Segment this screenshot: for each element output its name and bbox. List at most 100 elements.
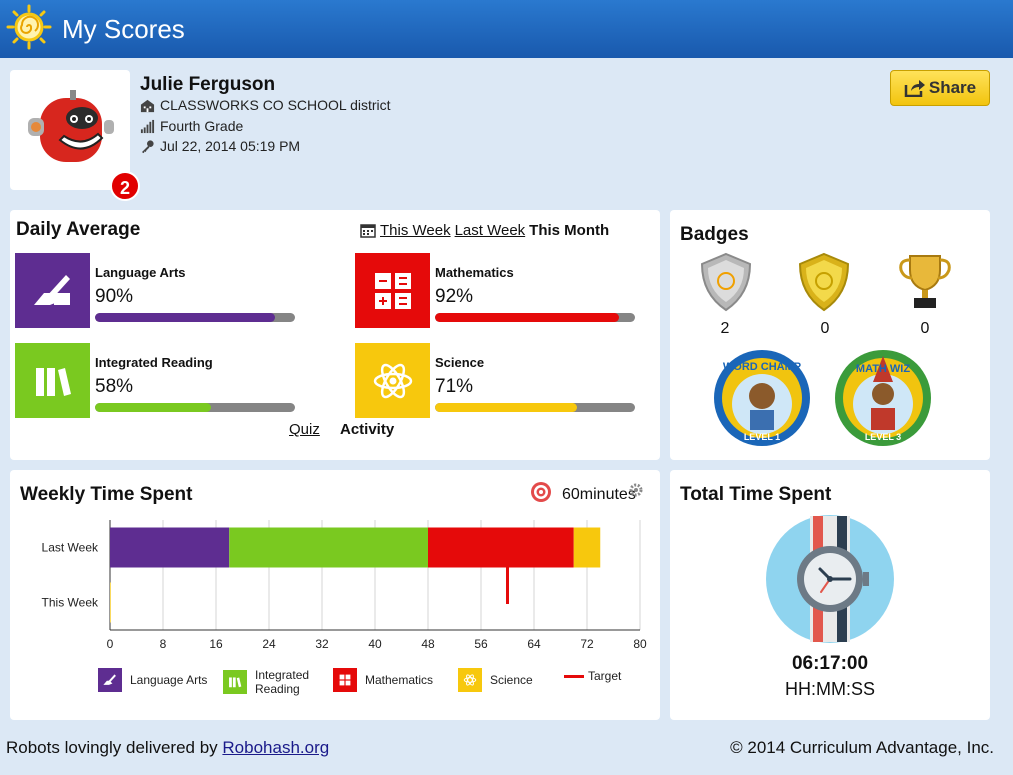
language-arts-legend-icon <box>98 668 122 692</box>
integrated-reading-bar <box>95 403 295 412</box>
target-minutes: 60 <box>562 486 580 503</box>
notification-badge[interactable]: 2 <box>110 171 140 201</box>
period-this-month[interactable]: This Month <box>529 222 609 239</box>
login-info: Jul 22, 2014 05:19 PM <box>140 138 300 154</box>
period-last-week[interactable]: Last Week <box>455 222 526 239</box>
bar-segment <box>428 527 574 568</box>
mathematics-bar-fill <box>435 313 619 322</box>
grade-name: Fourth Grade <box>160 118 244 134</box>
legend-integrated-reading-label: Integrated Reading <box>255 668 310 696</box>
footer-copyright: © 2014 Curriculum Advantage, Inc. <box>730 738 994 757</box>
daily-average-title: Daily Average <box>16 219 141 240</box>
gold-shield-count: 0 <box>820 320 830 337</box>
math-wiz-text: MATH WIZ <box>856 363 910 375</box>
share-label: Share <box>928 78 977 97</box>
tab-quiz[interactable]: Quiz <box>289 421 320 438</box>
science-bar-fill <box>435 403 577 412</box>
mathematics-legend-icon <box>333 668 357 692</box>
avatar <box>10 70 130 190</box>
logo-icon <box>6 4 52 50</box>
y-category-label: Last Week <box>42 541 99 555</box>
target-legend-line <box>564 674 584 678</box>
legend-target-label: Target <box>588 669 622 683</box>
word-champ-badge-icon[interactable]: WORD CHAMP LEVEL 1 <box>712 348 812 448</box>
bar-segment <box>573 527 601 568</box>
mathematics-tile[interactable] <box>355 253 430 328</box>
science-percent: 71% <box>435 376 474 397</box>
integrated-reading-tile[interactable] <box>15 343 90 418</box>
grade-info: Fourth Grade <box>140 118 243 134</box>
key-icon <box>141 139 154 153</box>
total-time-format: HH:MM:SS <box>785 679 875 699</box>
word-champ-text: WORD CHAMP <box>723 361 801 373</box>
bar-segment <box>110 582 111 623</box>
silver-shield-count: 2 <box>720 320 730 337</box>
silver-shield-icon[interactable] <box>698 252 754 312</box>
integrated-reading-legend-icon <box>223 670 247 694</box>
calendar-icon <box>360 224 376 238</box>
x-tick-label: 80 <box>633 637 647 651</box>
last-login: Jul 22, 2014 05:19 PM <box>160 138 301 154</box>
mathematics-label: Mathematics <box>435 265 514 280</box>
gear-icon[interactable] <box>628 482 644 498</box>
mathematics-bar <box>435 313 635 322</box>
footer-credit: Robots lovingly delivered by Robohash.or… <box>6 738 329 758</box>
school-name: CLASSWORKS CO SCHOOL district <box>160 97 391 113</box>
books-icon <box>35 367 71 396</box>
calculator-icon <box>374 272 411 309</box>
x-tick-label: 0 <box>107 637 114 651</box>
y-category-label: This Week <box>42 596 99 610</box>
x-tick-label: 40 <box>368 637 382 651</box>
language-arts-tile[interactable] <box>15 253 90 328</box>
x-tick-label: 16 <box>209 637 223 651</box>
school-info: CLASSWORKS CO SCHOOL district <box>140 97 391 113</box>
page-title: My Scores <box>62 14 185 44</box>
science-legend-icon <box>458 668 482 692</box>
watch-icon <box>766 515 894 643</box>
trophy-icon[interactable] <box>896 252 954 312</box>
bar-segment <box>110 527 230 568</box>
integrated-reading-percent: 58% <box>95 376 134 397</box>
bar-segment <box>229 527 428 568</box>
tab-activity[interactable]: Activity <box>340 421 394 438</box>
x-tick-label: 72 <box>580 637 594 651</box>
science-bar <box>435 403 635 412</box>
total-time-title: Total Time Spent <box>680 484 832 505</box>
language-arts-label: Language Arts <box>95 265 186 280</box>
integrated-reading-bar-fill <box>95 403 211 412</box>
writing-hand-icon <box>33 274 70 305</box>
legend-integrated-reading: Integrated Reading <box>223 668 325 696</box>
signal-bars-icon <box>140 119 155 133</box>
weekly-time-title: Weekly Time Spent <box>20 484 193 505</box>
x-tick-label: 8 <box>160 637 167 651</box>
atom-icon <box>373 363 412 398</box>
legend-language-arts: Language Arts <box>98 668 207 692</box>
target-value: 60minutes <box>562 486 636 504</box>
x-tick-label: 56 <box>474 637 488 651</box>
student-name: Julie Ferguson <box>140 74 276 95</box>
math-wiz-badge-icon[interactable]: MATH WIZ LEVEL 3 <box>833 348 933 448</box>
x-tick-label: 64 <box>527 637 541 651</box>
legend-mathematics: Mathematics <box>333 668 433 692</box>
legend-language-arts-label: Language Arts <box>130 673 208 687</box>
legend-mathematics-label: Mathematics <box>365 673 434 687</box>
total-time-value: 06:17:00 <box>791 653 869 674</box>
mathematics-percent: 92% <box>435 286 474 307</box>
robot-avatar-icon <box>28 90 114 162</box>
x-tick-label: 48 <box>421 637 435 651</box>
share-button[interactable]: Share <box>890 70 990 106</box>
period-this-week[interactable]: This Week <box>380 222 451 239</box>
math-wiz-level: LEVEL 3 <box>865 432 901 442</box>
legend-science: Science <box>458 668 533 692</box>
period-selector: This Week Last Week This Month <box>360 222 609 239</box>
x-tick-label: 24 <box>262 637 276 651</box>
school-icon <box>140 99 155 112</box>
science-tile[interactable] <box>355 343 430 418</box>
robohash-link[interactable]: Robohash.org <box>222 738 329 757</box>
target-icon <box>531 482 551 502</box>
legend-science-label: Science <box>490 673 533 687</box>
header-bar: My Scores <box>0 0 1013 58</box>
trophy-count: 0 <box>920 320 930 337</box>
footer-credit-text: Robots lovingly delivered by <box>6 738 218 757</box>
gold-shield-icon[interactable] <box>796 252 852 312</box>
